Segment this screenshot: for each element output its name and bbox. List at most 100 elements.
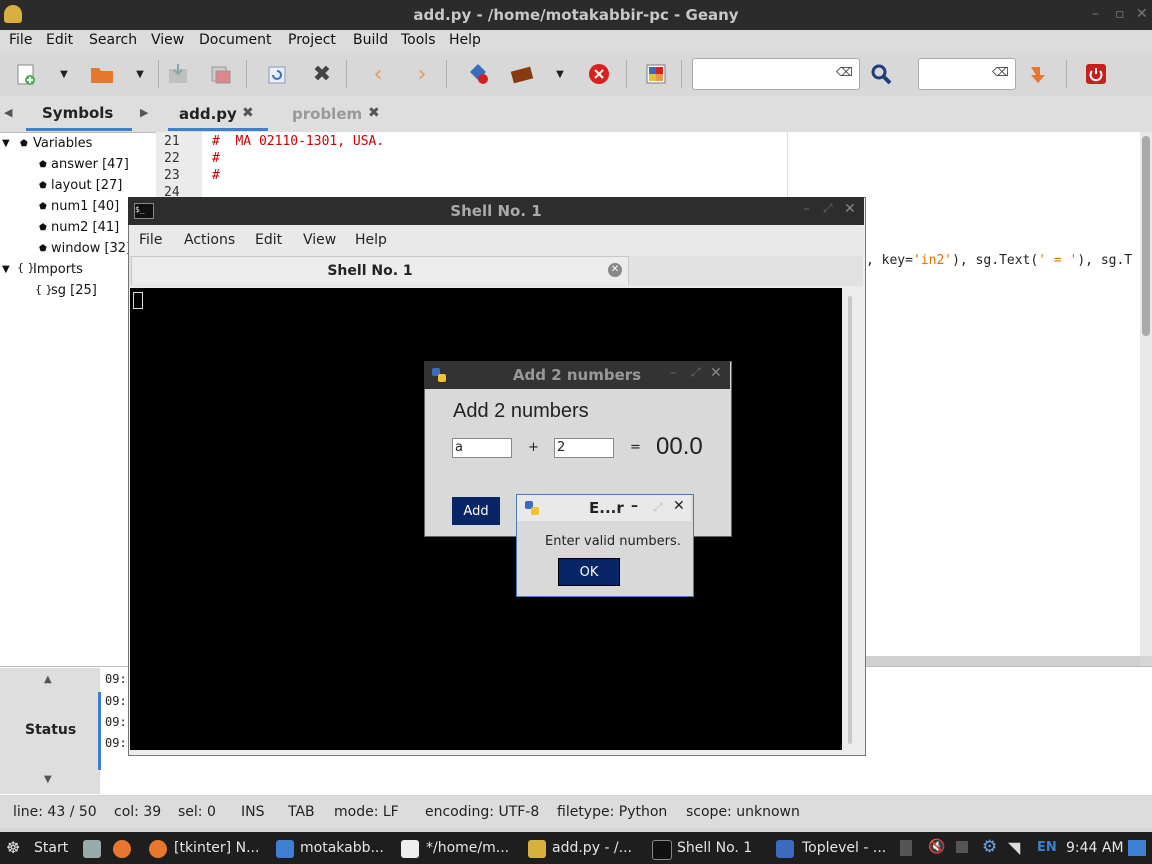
tree-imports[interactable]: Imports (33, 262, 83, 277)
clear-icon[interactable]: ⌫ (836, 65, 853, 79)
menu-build[interactable]: Build (353, 32, 388, 48)
menu-tools[interactable]: Tools (401, 32, 436, 48)
close-icon[interactable]: ✕ (1136, 6, 1148, 22)
taskbar-item[interactable]: */home/m... (426, 840, 509, 856)
close-tab-icon[interactable]: ✕ (608, 263, 622, 277)
taskbar-item[interactable]: motakabb... (300, 840, 384, 856)
tree-item[interactable]: window [32] (51, 241, 131, 256)
search-icon[interactable] (869, 62, 893, 86)
shell-menu-file[interactable]: File (139, 232, 162, 248)
close-tab-icon[interactable]: ✖ (368, 105, 380, 121)
taskbar-item[interactable]: [tkinter] N... (174, 840, 259, 856)
menu-project[interactable]: Project (288, 32, 336, 48)
tab-scroll-left-icon[interactable]: ◀ (4, 106, 12, 119)
horizontal-scrollbar[interactable] (864, 656, 1140, 666)
tab-scroll-right-icon[interactable]: ▶ (140, 106, 148, 119)
jump-icon[interactable] (1026, 62, 1050, 86)
maximize-icon[interactable]: ⤢ (653, 500, 663, 515)
number-1-input[interactable]: a (452, 438, 512, 458)
clear-icon[interactable]: ⌫ (992, 65, 1009, 79)
tab-problem[interactable]: problem (292, 105, 362, 123)
add-numbers-title-bar[interactable]: Add 2 numbers – ⤢ ✕ (424, 361, 730, 389)
tree-item[interactable]: answer [47] (51, 157, 129, 172)
shell-menu-view[interactable]: View (303, 232, 336, 248)
settings-icon[interactable]: ⚙ (982, 837, 997, 857)
battery-icon[interactable] (956, 841, 968, 853)
stop-icon[interactable] (587, 62, 611, 86)
add-button[interactable]: Add (452, 497, 500, 525)
volume-icon[interactable]: 🔇 (928, 839, 945, 855)
compile-icon[interactable] (466, 62, 490, 86)
shell-title-bar[interactable]: $_ Shell No. 1 – ⤢ ✕ (128, 197, 864, 225)
ok-button[interactable]: OK (558, 558, 620, 586)
color-chooser-icon[interactable] (644, 62, 668, 86)
close-file-icon[interactable]: ✖ (310, 62, 334, 87)
usb-icon[interactable] (900, 840, 912, 856)
forward-icon[interactable]: › (410, 62, 434, 87)
menu-file[interactable]: File (9, 32, 32, 48)
folder-icon[interactable] (276, 840, 294, 858)
close-icon[interactable]: ✕ (673, 498, 685, 514)
chevron-down-icon[interactable]: ▼ (128, 62, 152, 86)
text-editor-icon[interactable] (401, 840, 419, 858)
start-button[interactable]: Start (34, 840, 68, 856)
minimize-icon[interactable]: – (803, 201, 810, 217)
back-icon[interactable]: ‹ (366, 62, 390, 87)
maximize-icon[interactable]: ⤢ (823, 201, 833, 216)
expand-icon[interactable]: ▼ (2, 138, 10, 149)
file-manager-icon[interactable] (83, 840, 101, 858)
menu-search[interactable]: Search (89, 32, 137, 48)
minimize-icon[interactable]: – (670, 365, 677, 381)
minimize-icon[interactable]: – (631, 498, 638, 514)
tree-item[interactable]: num2 [41] (51, 220, 119, 235)
scrollbar-thumb[interactable] (1142, 136, 1150, 336)
tab-add-py[interactable]: add.py (179, 105, 237, 123)
menu-view[interactable]: View (151, 32, 184, 48)
keyboard-layout[interactable]: EN (1037, 840, 1057, 855)
menu-edit[interactable]: Edit (46, 32, 73, 48)
minimize-icon[interactable]: – (1092, 6, 1099, 22)
tree-item[interactable]: layout [27] (51, 178, 122, 193)
tree-item[interactable]: sg [25] (51, 283, 97, 298)
number-2-input[interactable]: 2 (554, 438, 614, 458)
python-icon[interactable] (776, 840, 794, 858)
taskbar-item[interactable]: Toplevel - ... (802, 840, 886, 856)
wifi-icon[interactable]: ◥ (1008, 838, 1020, 857)
geany-icon[interactable] (528, 840, 546, 858)
reload-icon[interactable] (265, 62, 289, 86)
open-folder-icon[interactable] (90, 62, 114, 86)
shell-menu-actions[interactable]: Actions (184, 232, 235, 248)
chevron-down-icon[interactable]: ▼ (44, 774, 52, 785)
quit-icon[interactable] (1084, 62, 1108, 86)
search-input[interactable]: ⌫ (692, 58, 860, 90)
tab-shell[interactable]: Shell No. 1 ✕ (131, 256, 629, 285)
close-tab-icon[interactable]: ✖ (242, 105, 254, 121)
tab-symbols[interactable]: Symbols (42, 104, 113, 122)
close-icon[interactable]: ✕ (710, 365, 722, 381)
save-all-icon[interactable] (209, 62, 233, 86)
menu-document[interactable]: Document (199, 32, 272, 48)
save-icon[interactable] (166, 62, 190, 86)
build-icon[interactable] (510, 62, 534, 86)
chevron-down-icon[interactable]: ▼ (548, 62, 572, 86)
taskbar-item[interactable]: add.py - /... (552, 840, 632, 856)
tree-item[interactable]: num1 [40] (51, 199, 119, 214)
tab-status[interactable]: Status (25, 722, 76, 738)
shell-menu-help[interactable]: Help (355, 232, 387, 248)
firefox-icon[interactable] (113, 840, 131, 858)
terminal-icon[interactable] (652, 840, 672, 860)
start-menu-icon[interactable]: ☸ (6, 838, 20, 857)
tree-variables[interactable]: Variables (33, 136, 92, 151)
chevron-up-icon[interactable]: ▲ (44, 674, 52, 685)
firefox-icon[interactable] (149, 840, 167, 858)
maximize-icon[interactable]: ⤢ (691, 365, 701, 380)
goto-line-input[interactable]: ⌫ (918, 58, 1016, 90)
taskbar-item[interactable]: Shell No. 1 (677, 840, 752, 856)
expand-icon[interactable]: ▼ (2, 264, 10, 275)
shell-menu-edit[interactable]: Edit (255, 232, 282, 248)
menu-help[interactable]: Help (449, 32, 481, 48)
terminal-scrollbar[interactable] (848, 296, 852, 744)
maximize-icon[interactable]: ▫ (1115, 6, 1125, 22)
new-file-icon[interactable] (14, 62, 38, 86)
error-title-bar[interactable]: E...r – ⤢ ✕ (517, 495, 691, 521)
